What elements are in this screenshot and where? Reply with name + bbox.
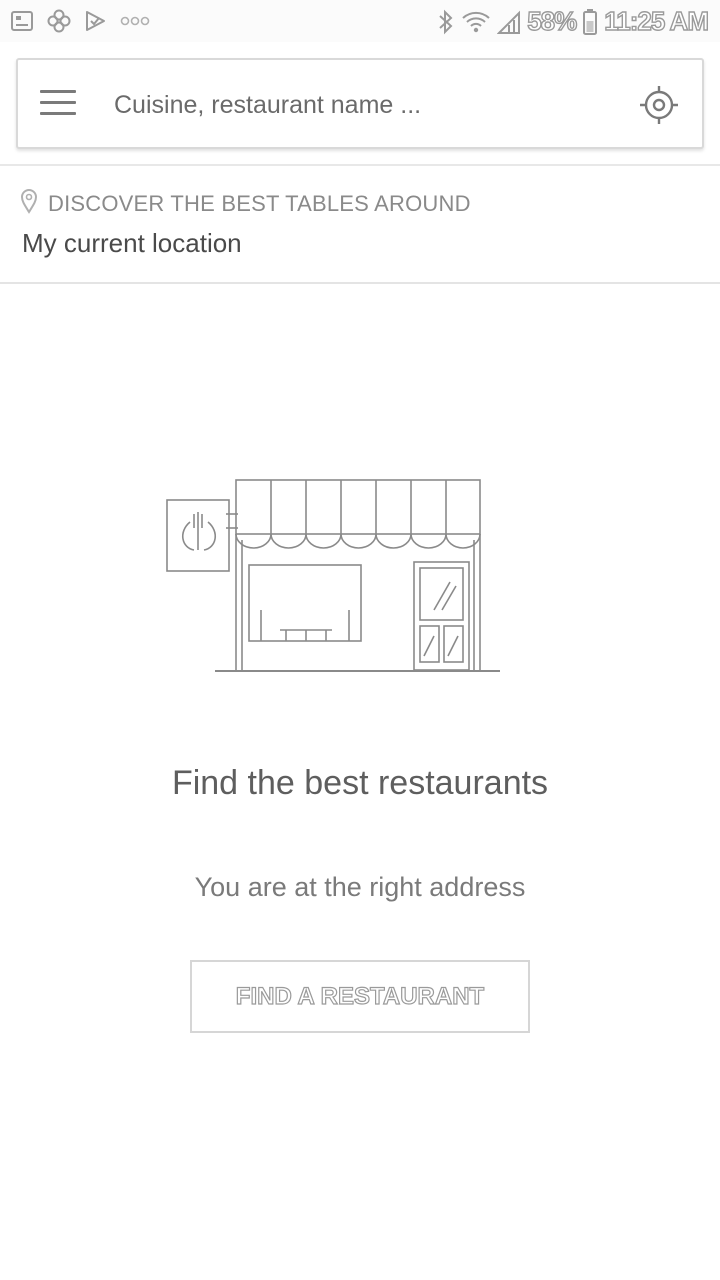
more-dots-icon [120,14,150,28]
battery-icon [582,8,598,36]
screen: 58% 11:25 AM DISC [0,0,720,1280]
signal-icon [497,9,521,35]
bluetooth-icon [437,8,455,36]
search-input[interactable] [114,84,614,126]
status-bar-right: 58% 11:25 AM [437,5,710,37]
current-location-value[interactable]: My current location [22,228,242,259]
location-heading: DISCOVER THE BEST TABLES AROUND [20,188,471,219]
locate-me-icon[interactable] [638,84,680,126]
empty-state-title: Find the best restaurants [171,764,549,802]
wifi-icon [461,9,491,35]
location-pin-icon [20,188,38,219]
hamburger-menu-icon[interactable] [40,90,76,118]
search-bar [16,58,704,149]
find-restaurant-button[interactable]: FIND A RESTAURANT [190,960,530,1033]
battery-percent: 58% [526,5,577,36]
pinwheel-icon [46,8,72,34]
image-notification-icon [10,9,34,33]
status-time: 11:25 AM [604,5,710,36]
location-heading-text: DISCOVER THE BEST TABLES AROUND [48,190,471,216]
status-bar-left [10,8,150,34]
location-section[interactable]: DISCOVER THE BEST TABLES AROUND My curre… [0,164,720,284]
checkmark-flag-icon [84,9,108,33]
restaurant-storefront-illustration [160,470,510,680]
empty-state-subtitle: You are at the right address [194,872,526,902]
status-bar: 58% 11:25 AM [0,0,720,42]
